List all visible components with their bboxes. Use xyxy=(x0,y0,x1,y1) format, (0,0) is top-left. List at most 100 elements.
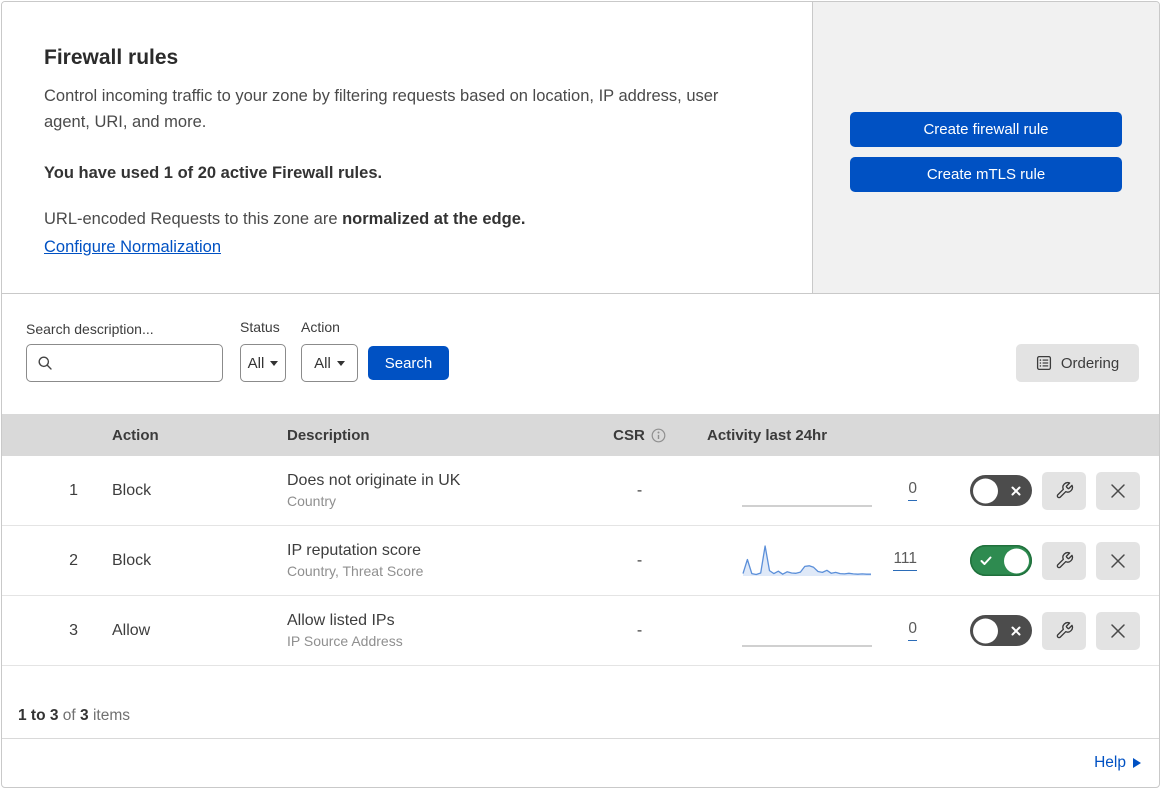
rule-description-cell: Allow listed IPs IP Source Address xyxy=(287,612,597,649)
table-row: 3 Allow Allow listed IPs IP Source Addre… xyxy=(2,596,1159,666)
csr-value: - xyxy=(636,621,643,639)
toggle-knob xyxy=(1004,548,1029,573)
rule-description-cell: Does not originate in UK Country xyxy=(287,472,597,509)
activity-count-link[interactable]: 0 xyxy=(908,480,917,501)
action-label: Action xyxy=(301,319,340,335)
activity-cell: 0 xyxy=(682,596,932,665)
normalization-notice: URL-encoded Requests to this zone are no… xyxy=(44,210,525,229)
action-select-value: All xyxy=(314,354,331,372)
search-icon xyxy=(38,356,52,370)
csr-column-header: CSR xyxy=(597,427,682,444)
toggle-knob xyxy=(973,478,998,503)
info-icon[interactable] xyxy=(651,428,666,443)
csr-value: - xyxy=(636,551,643,569)
action-select[interactable]: All xyxy=(301,344,358,382)
search-label: Search description... xyxy=(26,321,154,337)
status-select[interactable]: All xyxy=(240,344,286,382)
delete-rule-button[interactable] xyxy=(1096,611,1140,650)
search-button[interactable]: Search xyxy=(368,346,449,380)
rule-fields: Country, Threat Score xyxy=(287,563,424,579)
activity-count-link[interactable]: 111 xyxy=(893,550,917,571)
actions-panel: Create firewall rule Create mTLS rule xyxy=(813,2,1159,293)
wrench-icon xyxy=(1056,551,1073,569)
page-description: Control incoming traffic to your zone by… xyxy=(44,87,719,131)
rule-description: Does not originate in UK xyxy=(287,472,461,489)
rule-enabled-toggle[interactable] xyxy=(970,475,1032,506)
rule-priority: 1 xyxy=(69,481,78,499)
rule-description-cell: IP reputation score Country, Threat Scor… xyxy=(287,542,597,579)
header-section: Firewall rules Control incoming traffic … xyxy=(2,2,1159,294)
rule-enabled-toggle[interactable] xyxy=(970,545,1032,576)
csr-value: - xyxy=(636,481,643,499)
status-label: Status xyxy=(240,319,280,335)
ordering-button-label: Ordering xyxy=(1060,354,1120,372)
rule-controls xyxy=(932,611,1159,650)
pagination-summary: 1 to 3 of 3 items xyxy=(2,666,1159,739)
help-link[interactable]: Help xyxy=(1094,754,1141,772)
edit-rule-button[interactable] xyxy=(1042,471,1086,510)
wrench-icon xyxy=(1056,621,1073,639)
normalization-prefix: URL-encoded Requests to this zone are xyxy=(44,210,343,228)
item-total: 3 xyxy=(80,707,89,724)
rule-action: Allow xyxy=(112,621,151,639)
activity-column-header: Activity last 24hr xyxy=(707,426,828,444)
close-icon xyxy=(1111,483,1125,498)
create-firewall-rule-button[interactable]: Create firewall rule xyxy=(850,112,1122,147)
table-row: 2 Block IP reputation score Country, Thr… xyxy=(2,526,1159,596)
rule-controls xyxy=(932,541,1159,580)
delete-rule-button[interactable] xyxy=(1096,471,1140,510)
item-range: 1 to 3 xyxy=(18,707,59,724)
search-input[interactable] xyxy=(61,354,222,372)
usage-notice: You have used 1 of 20 active Firewall ru… xyxy=(44,164,383,182)
search-box xyxy=(26,344,223,382)
items-text: items xyxy=(88,707,130,724)
rule-description: Allow listed IPs xyxy=(287,612,395,629)
action-column-header: Action xyxy=(112,426,159,444)
x-icon xyxy=(1011,486,1021,495)
rule-fields: Country xyxy=(287,493,337,509)
ordering-list-icon xyxy=(1036,355,1051,371)
close-icon xyxy=(1111,553,1125,568)
delete-rule-button[interactable] xyxy=(1096,541,1140,580)
rule-controls xyxy=(932,471,1159,510)
csr-header-label: CSR xyxy=(613,426,645,444)
ordering-button[interactable]: Ordering xyxy=(1016,344,1139,382)
chevron-down-icon xyxy=(270,360,279,366)
edit-rule-button[interactable] xyxy=(1042,611,1086,650)
rule-action: Block xyxy=(112,481,152,499)
firewall-rules-card: Firewall rules Control incoming traffic … xyxy=(1,1,1160,788)
filter-bar: Search description... Status Action All … xyxy=(2,294,1159,414)
activity-cell: 111 xyxy=(682,526,932,595)
toggle-knob xyxy=(973,618,998,643)
rule-enabled-toggle[interactable] xyxy=(970,615,1032,646)
check-icon xyxy=(980,556,992,565)
table-row: 1 Block Does not originate in UK Country… xyxy=(2,456,1159,526)
page-title: Firewall rules xyxy=(44,46,179,69)
rule-fields: IP Source Address xyxy=(287,633,403,649)
activity-sparkline xyxy=(742,541,872,581)
rule-description: IP reputation score xyxy=(287,542,422,559)
description-column-header: Description xyxy=(287,426,370,444)
edit-rule-button[interactable] xyxy=(1042,541,1086,580)
create-mtls-rule-button[interactable]: Create mTLS rule xyxy=(850,157,1122,192)
configure-normalization-link[interactable]: Configure Normalization xyxy=(44,238,221,257)
normalization-bold: normalized at the edge. xyxy=(342,210,526,228)
arrow-right-icon xyxy=(1133,758,1141,768)
activity-count-link[interactable]: 0 xyxy=(908,620,917,641)
close-icon xyxy=(1111,623,1125,638)
x-icon xyxy=(1011,626,1021,635)
wrench-icon xyxy=(1056,481,1073,499)
header-text-panel: Firewall rules Control incoming traffic … xyxy=(2,2,813,293)
chevron-down-icon xyxy=(336,360,345,366)
activity-sparkline xyxy=(742,611,872,651)
status-select-value: All xyxy=(247,354,265,372)
activity-cell: 0 xyxy=(682,456,932,525)
rule-priority: 3 xyxy=(69,621,78,639)
rule-priority: 2 xyxy=(69,551,78,569)
activity-sparkline xyxy=(742,471,872,511)
table-header: Action Description CSR Activity last 24h… xyxy=(2,414,1159,456)
of-text: of xyxy=(58,707,81,724)
help-label: Help xyxy=(1094,754,1126,771)
rule-action: Block xyxy=(112,551,152,569)
help-row: Help xyxy=(2,739,1159,787)
